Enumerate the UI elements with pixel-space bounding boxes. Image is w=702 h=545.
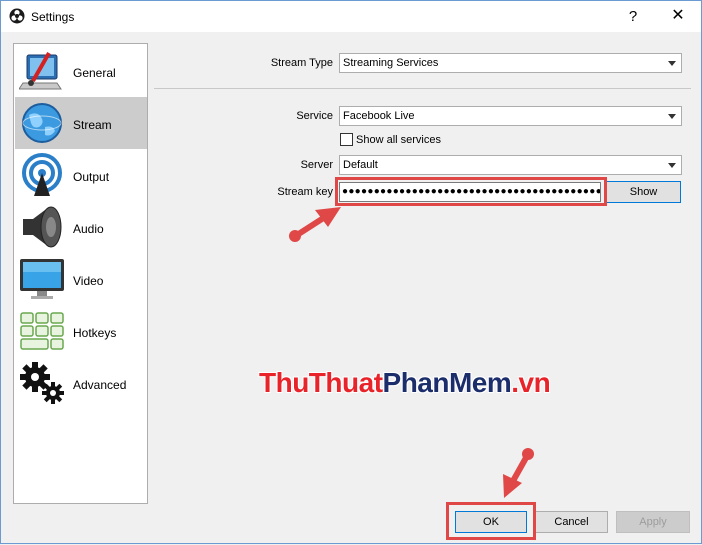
annotation-arrows [289,207,534,498]
arrow-to-stream-key [289,207,341,242]
arrow-to-ok-button [503,448,534,498]
settings-window: Settings ? ✕ General Stream Output Audio… [0,0,702,544]
